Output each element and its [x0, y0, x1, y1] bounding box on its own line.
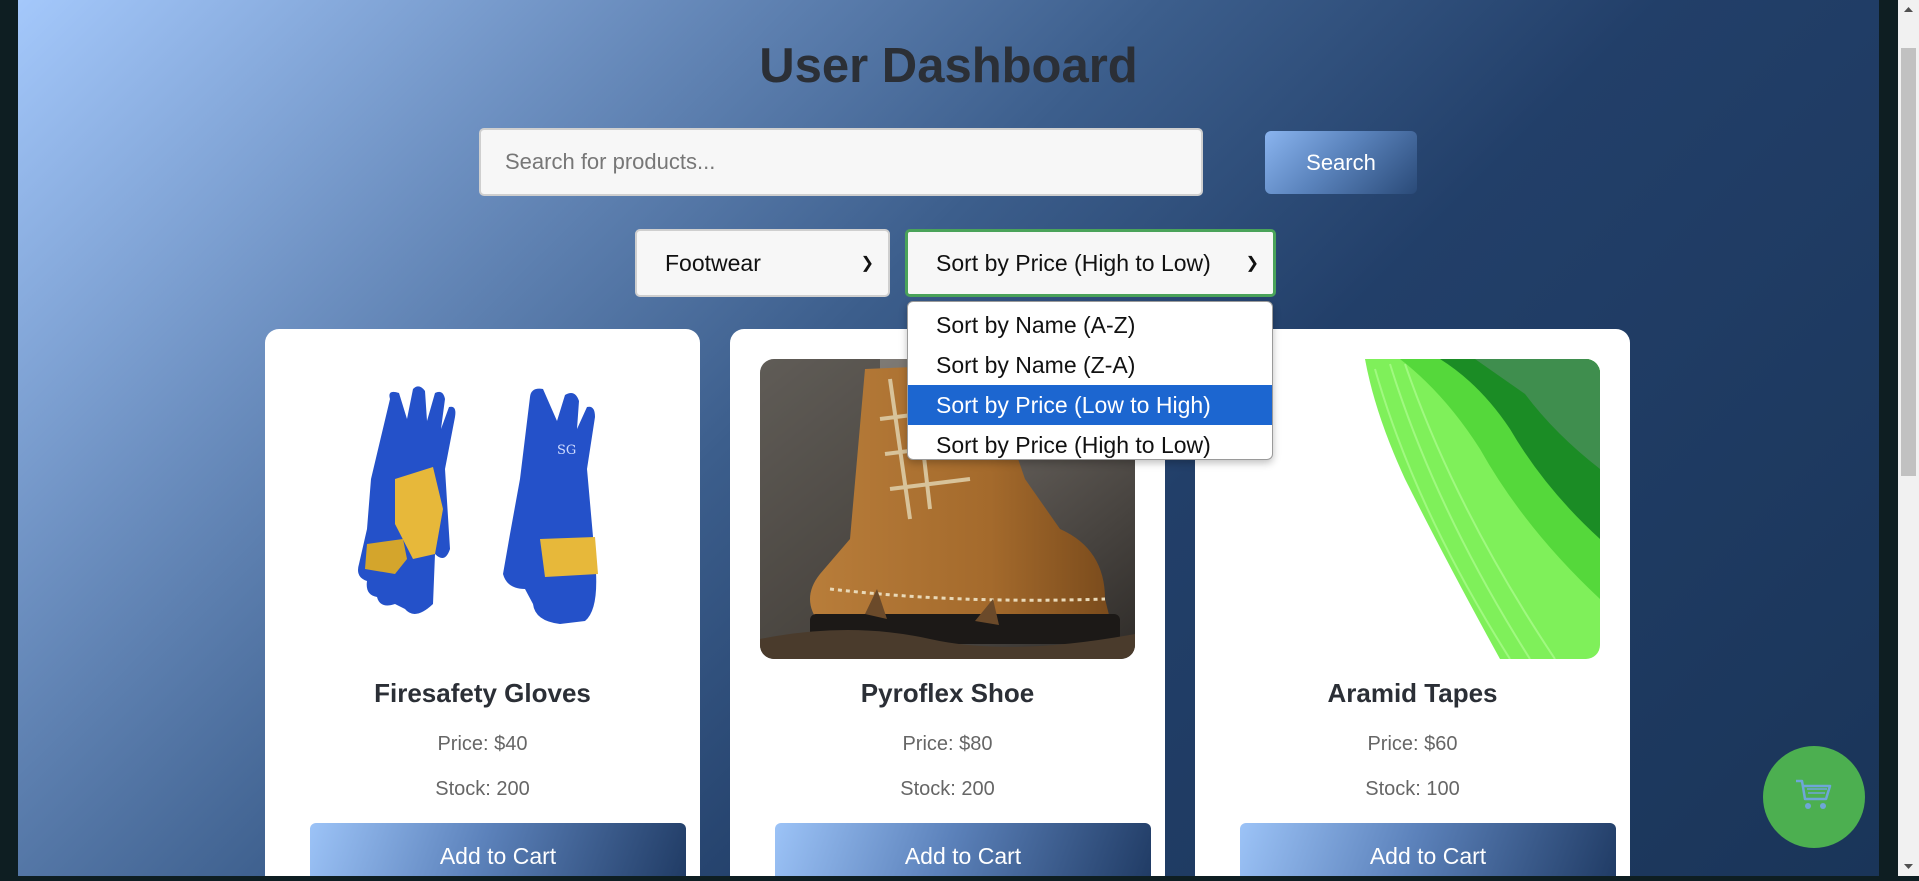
sort-select-value: Sort by Price (High to Low) — [936, 249, 1211, 276]
product-name: Firesafety Gloves — [374, 678, 591, 708]
chevron-down-icon: ❯ — [860, 255, 874, 272]
category-select[interactable]: Footwear ❯ — [635, 229, 890, 297]
product-card: SG Firesafety Gloves Price: $40 Stock: 2… — [265, 329, 700, 876]
product-name: Aramid Tapes — [1327, 678, 1498, 708]
vertical-scrollbar[interactable] — [1898, 0, 1919, 876]
chevron-down-icon: ❯ — [1245, 255, 1259, 272]
add-to-cart-button[interactable]: Add to Cart — [775, 823, 1151, 876]
product-name: Pyroflex Shoe — [860, 678, 1035, 708]
sort-dropdown-menu: Sort by Name (A-Z) Sort by Name (Z-A) So… — [907, 301, 1273, 460]
gloves-image: SG — [295, 359, 670, 659]
product-stock: Stock: 200 — [435, 778, 530, 800]
page-title: User Dashboard — [759, 39, 1138, 93]
sort-option-name-desc[interactable]: Sort by Name (Z-A) — [908, 345, 1272, 385]
product-price: Price: $80 — [902, 733, 993, 755]
scroll-up-arrow-icon[interactable] — [1898, 0, 1919, 20]
sort-option-name-asc[interactable]: Sort by Name (A-Z) — [908, 305, 1272, 345]
tape-image — [1225, 359, 1600, 659]
sort-select[interactable]: Sort by Price (High to Low) ❯ — [905, 229, 1276, 297]
add-to-cart-button[interactable]: Add to Cart — [310, 823, 686, 876]
product-stock: Stock: 100 — [1365, 778, 1460, 800]
cart-icon — [1794, 777, 1834, 818]
page-viewport: User Dashboard Search Footwear ❯ Sort by… — [18, 0, 1879, 876]
product-price: Price: $40 — [437, 733, 528, 755]
search-input[interactable] — [479, 128, 1203, 196]
search-button[interactable]: Search — [1265, 131, 1417, 194]
sort-option-price-desc[interactable]: Sort by Price (High to Low) — [908, 425, 1272, 459]
sort-option-price-asc[interactable]: Sort by Price (Low to High) — [908, 385, 1272, 425]
cart-button[interactable] — [1763, 746, 1865, 848]
product-stock: Stock: 200 — [900, 778, 995, 800]
product-price: Price: $60 — [1367, 733, 1458, 755]
category-select-value: Footwear — [665, 249, 761, 276]
add-to-cart-button[interactable]: Add to Cart — [1240, 823, 1616, 876]
scrollbar-thumb[interactable] — [1901, 48, 1916, 476]
svg-text:SG: SG — [557, 443, 576, 458]
scroll-down-arrow-icon[interactable] — [1898, 856, 1919, 876]
